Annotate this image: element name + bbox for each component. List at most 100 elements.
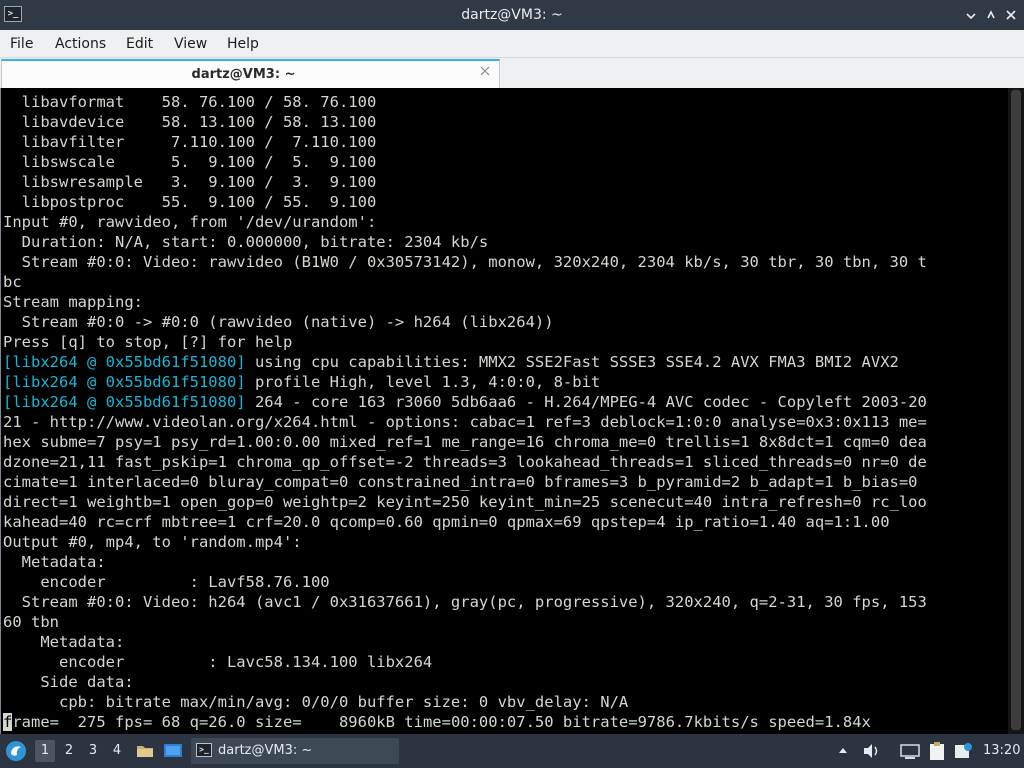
terminal-text: rame= 275 fps= 68 q=26.0 size= 8960kB ti… [12, 713, 871, 731]
terminal-text: Stream mapping: [3, 293, 143, 311]
terminal-line: Stream #0:0: Video: h264 (avc1 / 0x31637… [3, 592, 927, 612]
terminal-text: dzone=21,11 fast_pskip=1 chroma_qp_offse… [3, 453, 927, 471]
minimize-button[interactable] [963, 7, 979, 23]
window-titlebar[interactable]: >_ dartz@VM3: ~ [0, 0, 1024, 30]
terminal-line: direct=1 weightb=1 open_gop=0 weightp=2 … [3, 492, 927, 512]
terminal-line: libavdevice 58. 13.100 / 58. 13.100 [3, 112, 927, 132]
terminal-text: libavfilter 7.110.100 / 7.110.100 [3, 133, 377, 151]
terminal-text: libavformat 58. 76.100 / 58. 76.100 [3, 93, 377, 111]
terminal-text: kahead=40 rc=crf mbtree=1 crf=20.0 qcomp… [3, 513, 890, 531]
terminal-line: Stream mapping: [3, 292, 927, 312]
terminal-line: [libx264 @ 0x55bd61f51080] profile High,… [3, 372, 927, 392]
taskbar-task-terminal[interactable]: >_ dartz@VM3: ~ [191, 738, 399, 764]
volume-button[interactable] [862, 742, 882, 760]
close-window-button[interactable] [1003, 7, 1019, 23]
log-source-tag: [libx264 @ 0x55bd61f51080] [3, 353, 246, 371]
terminal-line: libpostproc 55. 9.100 / 55. 9.100 [3, 192, 927, 212]
terminal-line: Metadata: [3, 632, 927, 652]
terminal-line: cpb: bitrate max/min/avg: 0/0/0 buffer s… [3, 692, 927, 712]
scrollbar-thumb[interactable] [1011, 90, 1021, 730]
taskbar: 1 2 3 4 >_ dartz@VM3: ~ 13:20 [0, 734, 1024, 768]
workspace-1[interactable]: 1 [35, 740, 55, 762]
terminal-text: direct=1 weightb=1 open_gop=0 weightp=2 … [3, 493, 927, 511]
terminal-line: [libx264 @ 0x55bd61f51080] 264 - core 16… [3, 392, 927, 412]
terminal-text: encoder : Lavf58.76.100 [3, 573, 330, 591]
terminal-text: Metadata: [3, 553, 106, 571]
terminal-tab[interactable]: dartz@VM3: ~ [1, 59, 500, 88]
terminal-text: Press [q] to stop, [?] for help [3, 333, 293, 351]
terminal-line: encoder : Lavc58.134.100 libx264 [3, 652, 927, 672]
terminal-line: Side data: [3, 672, 927, 692]
terminal-text: libavdevice 58. 13.100 / 58. 13.100 [3, 113, 377, 131]
terminal-text: Stream #0:0 -> #0:0 (rawvideo (native) -… [3, 313, 554, 331]
desktop-icon [164, 744, 182, 757]
terminal-text: hex subme=7 psy=1 psy_rd=1.00:0.00 mixed… [3, 433, 927, 451]
show-desktop-button[interactable] [163, 741, 183, 761]
terminal-line: hex subme=7 psy=1 psy_rd=1.00:0.00 mixed… [3, 432, 927, 452]
terminal-line: dzone=21,11 fast_pskip=1 chroma_qp_offse… [3, 452, 927, 472]
terminal-line: Input #0, rawvideo, from '/dev/urandom': [3, 212, 927, 232]
terminal-line: bc [3, 272, 927, 292]
terminal-text: Side data: [3, 673, 134, 691]
workspace-4[interactable]: 4 [107, 740, 127, 762]
log-source-tag: [libx264 @ 0x55bd61f51080] [3, 393, 246, 411]
close-icon [1006, 10, 1016, 20]
terminal-text: Duration: N/A, start: 0.000000, bitrate:… [3, 233, 489, 251]
terminal-line: Duration: N/A, start: 0.000000, bitrate:… [3, 232, 927, 252]
terminal-line: libswscale 5. 9.100 / 5. 9.100 [3, 152, 927, 172]
network-button[interactable] [899, 742, 921, 760]
clipboard-button[interactable] [927, 742, 947, 760]
menu-view[interactable]: View [174, 30, 207, 58]
terminal-text: 60 tbn [3, 613, 59, 631]
menu-file[interactable]: File [10, 30, 33, 58]
terminal-text: encoder : Lavc58.134.100 libx264 [3, 653, 433, 671]
terminal-line: Stream #0:0 -> #0:0 (rawvideo (native) -… [3, 312, 927, 332]
maximize-button[interactable] [983, 7, 999, 23]
task-label: dartz@VM3: ~ [218, 743, 313, 758]
tray-arrow[interactable] [836, 742, 850, 760]
terminal-line: [libx264 @ 0x55bd61f51080] using cpu cap… [3, 352, 927, 372]
taskbar-clock[interactable]: 13:20 [983, 734, 1020, 768]
start-menu-button[interactable] [4, 739, 28, 763]
tab-label: dartz@VM3: ~ [191, 67, 296, 82]
terminal-text: Output #0, mp4, to 'random.mp4': [3, 533, 302, 551]
terminal-line: 21 - http://www.videolan.org/x264.html -… [3, 412, 927, 432]
file-manager-launcher[interactable] [135, 741, 155, 761]
terminal-line: Stream #0:0: Video: rawvideo (B1W0 / 0x3… [3, 252, 927, 272]
terminal-line: encoder : Lavf58.76.100 [3, 572, 927, 592]
terminal-text: libswscale 5. 9.100 / 5. 9.100 [3, 153, 377, 171]
minimize-icon [966, 13, 976, 20]
terminal-text: Stream #0:0: Video: rawvideo (B1W0 / 0x3… [3, 253, 927, 271]
terminal-text: cimate=1 interlaced=0 bluray_compat=0 co… [3, 473, 918, 491]
terminal-icon: >_ [196, 743, 212, 757]
terminal-line: frame= 275 fps= 68 q=26.0 size= 8960kB t… [3, 712, 927, 732]
tab-close-button[interactable] [479, 65, 491, 81]
notification-icon [955, 743, 972, 758]
terminal-text: using cpu capabilities: MMX2 SSE2Fast SS… [245, 353, 899, 371]
volume-icon [864, 744, 878, 758]
terminal-line: kahead=40 rc=crf mbtree=1 crf=20.0 qcomp… [3, 512, 927, 532]
menu-edit[interactable]: Edit [126, 30, 153, 58]
clipboard-icon [930, 742, 944, 760]
menu-help[interactable]: Help [227, 30, 259, 58]
terminal-text: libpostproc 55. 9.100 / 55. 9.100 [3, 193, 377, 211]
terminal-lines: libavformat 58. 76.100 / 58. 76.100 liba… [3, 92, 927, 732]
terminal-text: libswresample 3. 9.100 / 3. 9.100 [3, 173, 377, 191]
terminal-line: Press [q] to stop, [?] for help [3, 332, 927, 352]
workspace-2[interactable]: 2 [59, 740, 79, 762]
terminal-output[interactable]: libavformat 58. 76.100 / 58. 76.100 liba… [0, 88, 1008, 734]
terminal-text: Input #0, rawvideo, from '/dev/urandom': [3, 213, 377, 231]
network-icon [900, 744, 920, 759]
tab-bar: dartz@VM3: ~ [0, 58, 1024, 88]
terminal-line: libavformat 58. 76.100 / 58. 76.100 [3, 92, 927, 112]
terminal-line: cimate=1 interlaced=0 bluray_compat=0 co… [3, 472, 927, 492]
terminal-text: bc [3, 273, 22, 291]
terminal-text: 21 - http://www.videolan.org/x264.html -… [3, 413, 927, 431]
workspace-3[interactable]: 3 [83, 740, 103, 762]
terminal-scrollbar[interactable] [1008, 88, 1024, 734]
lxqt-logo-icon [6, 741, 26, 761]
window-title: dartz@VM3: ~ [461, 7, 563, 23]
notifications-button[interactable] [953, 742, 973, 760]
menu-actions[interactable]: Actions [55, 30, 106, 58]
terminal-cursor: f [3, 713, 13, 731]
